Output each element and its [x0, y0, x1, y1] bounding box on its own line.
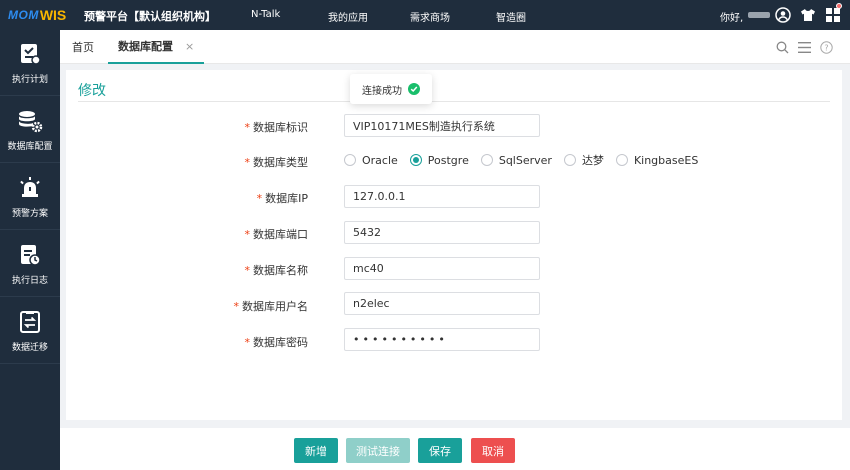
- db-ip-input[interactable]: [344, 185, 540, 208]
- label-text: 数据库端口: [253, 228, 308, 241]
- alarm-icon: [16, 174, 44, 202]
- sidebar-label: 预警方案: [11, 209, 48, 219]
- nav-my-apps[interactable]: 我的应用: [328, 9, 368, 24]
- save-button[interactable]: 保存: [418, 438, 462, 463]
- sidebar-item-plan[interactable]: 执行计划: [0, 30, 60, 96]
- radio-circle: [563, 154, 576, 166]
- cancel-button[interactable]: 取消: [471, 438, 515, 463]
- db-name-input[interactable]: [344, 257, 540, 280]
- required-mark: *: [244, 156, 251, 169]
- radio-circle-checked: [409, 154, 422, 166]
- log-clock-icon: [16, 241, 44, 269]
- label-text: 数据库IP: [265, 192, 308, 205]
- sidebar-label: 执行日志: [11, 276, 48, 286]
- label-text: 数据库名称: [253, 264, 308, 277]
- sidebar-item-database[interactable]: 数据库配置: [0, 97, 60, 163]
- label-text: 数据库密码: [253, 336, 308, 349]
- radio-label: SqlServer: [498, 153, 552, 167]
- nav-ntalk[interactable]: N-Talk: [251, 9, 280, 20]
- sidebar: 执行计划 数据库配置 预警方案 执行日志 数据迁移: [0, 30, 60, 470]
- required-mark: *: [244, 264, 251, 277]
- toast-text: 连接成功: [362, 85, 402, 97]
- svg-text:?: ?: [824, 43, 828, 52]
- db-port-input[interactable]: [344, 221, 540, 244]
- section-title: 修改: [78, 83, 106, 99]
- sidebar-label: 数据迁移: [11, 343, 48, 353]
- radio-postgre[interactable]: Postgre: [409, 153, 469, 167]
- tab-database-config[interactable]: 数据库配置 ×: [108, 30, 205, 64]
- sidebar-item-alert[interactable]: 预警方案: [0, 164, 60, 230]
- plan-check-icon: [16, 40, 44, 68]
- radio-label: Oracle: [362, 153, 398, 167]
- required-mark: *: [256, 192, 263, 205]
- sidebar-label: 执行计划: [11, 75, 48, 85]
- label-text: 数据库用户名: [242, 300, 308, 313]
- user-name-masked: [748, 12, 770, 18]
- radio-oracle[interactable]: Oracle: [344, 154, 398, 167]
- sidebar-item-migrate[interactable]: 数据迁移: [0, 298, 60, 364]
- tab-label: 首页: [72, 41, 94, 54]
- radio-circle: [480, 154, 493, 166]
- radio-kingbase[interactable]: KingbaseES: [615, 153, 699, 167]
- required-mark: *: [244, 228, 251, 241]
- db-password-input[interactable]: [344, 328, 540, 351]
- label-text: 数据库标识: [253, 121, 308, 134]
- radio-dameng[interactable]: 达梦: [563, 152, 604, 168]
- section-divider: [78, 101, 830, 102]
- label-db-port: * 数据库端口: [208, 226, 309, 242]
- label-db-name: * 数据库名称: [208, 262, 309, 278]
- sidebar-item-log[interactable]: 执行日志: [0, 231, 60, 297]
- grid-icon[interactable]: [824, 3, 842, 24]
- logo-suffix: WIS: [39, 7, 67, 23]
- radio-label: 达梦: [581, 154, 604, 167]
- label-db-id: * 数据库标识: [208, 119, 309, 135]
- radio-label: Postgre: [427, 153, 469, 167]
- user-circle-icon[interactable]: [774, 6, 792, 24]
- label-db-password: * 数据库密码: [208, 334, 309, 350]
- test-connection-button[interactable]: 测试连接: [346, 438, 410, 463]
- toast-message: 连接成功: [350, 74, 432, 104]
- migrate-icon: [16, 308, 44, 336]
- add-button[interactable]: 新增: [294, 438, 338, 463]
- db-id-input[interactable]: [344, 114, 540, 137]
- tab-label: 数据库配置: [118, 40, 173, 53]
- app-logo[interactable]: MOM WIS: [8, 6, 66, 24]
- nav-smart-circle[interactable]: 智造圈: [496, 9, 526, 24]
- tab-home[interactable]: 首页: [72, 30, 94, 64]
- tab-bar: 首页 数据库配置 × ?: [60, 30, 850, 64]
- label-db-ip: * 数据库IP: [208, 190, 308, 206]
- sidebar-label: 数据库配置: [7, 142, 53, 152]
- label-text: 数据库类型: [253, 156, 308, 169]
- menu-icon[interactable]: [796, 39, 812, 55]
- search-icon[interactable]: [774, 39, 790, 55]
- top-navbar: MOM WIS 预警平台【默认组织机构】 N-Talk 我的应用 需求商场 智造…: [0, 0, 850, 30]
- platform-title: 预警平台【默认组织机构】: [84, 10, 216, 23]
- notification-badge: [836, 3, 842, 9]
- required-mark: *: [233, 300, 240, 313]
- help-icon[interactable]: ?: [818, 39, 834, 55]
- greeting-text: 你好,: [720, 13, 744, 24]
- nav-demand-market[interactable]: 需求商场: [410, 9, 450, 24]
- success-check-icon: [408, 83, 420, 95]
- radio-label: KingbaseES: [633, 153, 699, 167]
- logo-text: MOM: [8, 8, 39, 22]
- radio-circle: [615, 154, 628, 166]
- label-db-type: * 数据库类型: [208, 154, 309, 170]
- label-db-user: * 数据库用户名: [208, 298, 309, 314]
- required-mark: *: [244, 336, 251, 349]
- radio-circle: [344, 154, 356, 166]
- tab-close-icon[interactable]: ×: [185, 40, 194, 53]
- db-type-radio-group: Oracle Postgre SqlServer 达梦 KingbaseES: [344, 152, 710, 168]
- database-gear-icon: [16, 107, 44, 135]
- tshirt-icon[interactable]: [799, 6, 817, 24]
- db-user-input[interactable]: [344, 292, 540, 315]
- radio-sqlserver[interactable]: SqlServer: [480, 153, 552, 167]
- required-mark: *: [244, 121, 251, 134]
